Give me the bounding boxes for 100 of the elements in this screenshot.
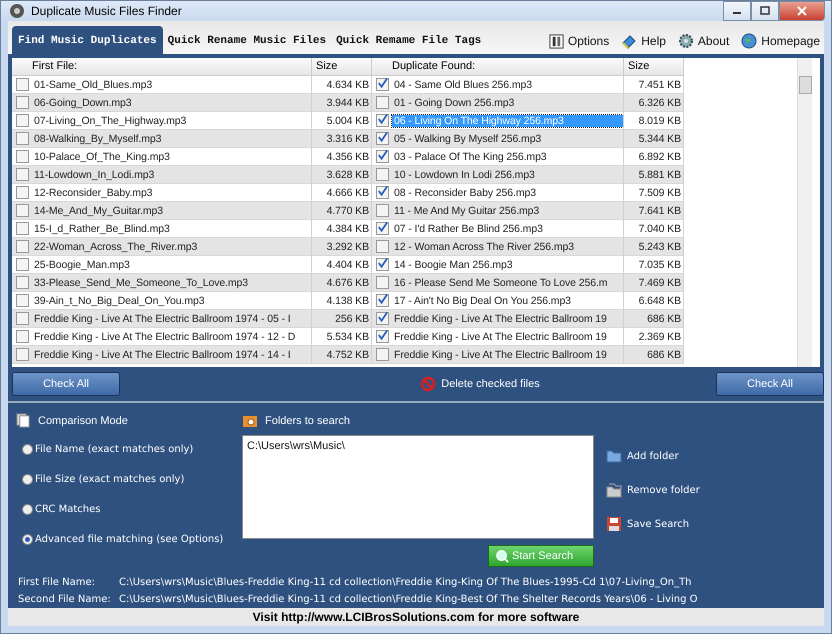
file-name-cell[interactable]: Freddie King - Live At The Electric Ballroom 19 [392,312,609,324]
checkbox[interactable] [16,150,29,163]
radio-option[interactable]: File Size (exact matches only) [16,464,242,494]
file-name-cell[interactable]: 07 - I'd Rather Be Blind 256.mp3 [392,222,545,234]
checkbox[interactable] [16,168,29,181]
delete-button[interactable]: Delete checked files [420,376,540,392]
menu-link[interactable]: Options [548,33,610,49]
checkbox[interactable] [376,168,389,181]
file-name-cell-text: 14-Me_And_My_Guitar.mp3 [33,204,164,216]
file-name-cell[interactable]: Freddie King - Live At The Electric Ballroom 19 [392,348,609,360]
file-name-cell[interactable]: 11 - Me And My Guitar 256.mp3 [392,204,542,216]
scrollbar[interactable] [797,58,812,367]
maximize-button[interactable] [751,1,779,21]
size-cell: 5.534 KB [312,328,372,345]
checkbox[interactable] [16,186,29,199]
menu-link[interactable]: Homepage [741,33,820,49]
checkbox[interactable] [16,276,29,289]
file-name-cell[interactable]: 01 - Going Down 256.mp3 [392,96,516,108]
tab[interactable]: Quick Rename Music Files [162,28,332,54]
size-cell: 7.641 KB [624,202,684,219]
checkbox[interactable] [376,312,389,325]
size-cell: 7.451 KB [624,76,684,93]
size-cell: 4.634 KB [312,76,372,93]
checkbox[interactable] [376,96,389,109]
file-name-cell[interactable]: 04 - Same Old Blues 256.mp3 [392,78,534,90]
file-name-cell-text: 12-Reconsider_Baby.mp3 [33,186,154,198]
folder-action-link[interactable]: Remove folder [606,473,700,507]
checkbox[interactable] [376,294,389,307]
checkbox[interactable] [16,294,29,307]
search-icon [495,548,510,564]
file-name-cell[interactable]: 10 - Lowdown In Lodi 256.mp3 [392,168,537,180]
file-path: C:\Users\wrs\Music\Blues-Freddie King-11 cd collection\Freddie King-King Of The Blues-1995-Cd 1\07-Living_On_Th [119,577,692,588]
column-header[interactable]: First File: [12,58,312,75]
size-cell: 2.369 KB [624,328,684,345]
checkbox[interactable] [16,348,29,361]
checkbox[interactable] [16,312,29,325]
radio-option[interactable]: CRC Matches [16,494,242,524]
folder-action-link[interactable]: Add folder [606,439,700,473]
checkbox[interactable] [376,78,389,91]
checkbox[interactable] [376,132,389,145]
checkbox[interactable] [376,114,389,127]
file-name-cell-text: 01-Same_Old_Blues.mp3 [33,78,154,90]
checkbox[interactable] [376,258,389,271]
column-header[interactable]: Size [312,58,372,75]
checkbox[interactable] [16,222,29,235]
checkbox[interactable] [376,330,389,343]
checkbox[interactable] [16,258,29,271]
file-path: C:\Users\wrs\Music\Blues-Freddie King-11 cd collection\Freddie King-Best Of The Shelter Records Years\06 - Living O [119,594,698,605]
checkbox[interactable] [16,330,29,343]
file-name-cell[interactable]: 08 - Reconsider Baby 256.mp3 [392,186,538,198]
checkbox[interactable] [376,276,389,289]
check-all-button[interactable]: Check All [716,372,824,396]
file-name-cell-text: 33-Please_Send_Me_Someone_To_Love.mp3 [33,276,250,288]
file-name-cell-text: 11-Lowdown_In_Lodi.mp3 [33,168,156,180]
checkbox[interactable] [16,132,29,145]
column-header[interactable]: Duplicate Found: [372,58,624,75]
menu-link[interactable]: Help [621,33,666,49]
radio-button[interactable] [22,474,33,484]
checkbox[interactable] [16,96,29,109]
window-title: Duplicate Music Files Finder [31,4,182,18]
folder-action-link[interactable]: Save Search [606,507,700,541]
file-name-cell[interactable]: Freddie King - Live At The Electric Ballroom 19 [392,330,609,342]
checkbox[interactable] [376,186,389,199]
menu-link[interactable]: About [678,33,730,49]
info-label: Second File Name: [18,594,112,605]
size-cell: 5.243 KB [624,238,684,255]
file-name-cell[interactable]: 17 - Ain't No Big Deal On You 256.mp3 [392,294,573,306]
tab[interactable]: Find Music Duplicates [12,26,163,54]
radio-option[interactable]: File Name (exact matches only) [16,434,242,464]
section-title: Comparison Mode [38,414,128,426]
checkbox[interactable] [16,78,29,91]
checkbox[interactable] [16,114,29,127]
file-name-cell[interactable]: 12 - Woman Across The River 256.mp3 [392,240,576,252]
radio-button[interactable] [22,444,33,454]
file-name-cell[interactable]: 05 - Walking By Myself 256.mp3 [392,132,544,144]
folder-path[interactable]: C:\Users\wrs\Music\ [247,440,589,452]
file-name-cell[interactable]: 16 - Please Send Me Someone To Love 256.m [392,276,610,288]
size-cell: 7.469 KB [624,274,684,291]
radio-option[interactable]: Advanced file matching (see Options) [16,524,242,554]
column-header[interactable]: Size [624,58,684,75]
size-cell: 7.040 KB [624,220,684,237]
minimize-button[interactable] [723,1,751,21]
checkbox[interactable] [16,204,29,217]
checkbox[interactable] [376,204,389,217]
radio-button[interactable] [22,534,33,544]
radio-button[interactable] [22,504,33,514]
file-name-cell-text: 07-Living_On_The_Highway.mp3 [33,114,188,126]
checkbox[interactable] [376,150,389,163]
check-all-button[interactable]: Check All [12,372,120,396]
file-name-cell-text: 22-Woman_Across_The_River.mp3 [33,240,198,252]
file-name-cell[interactable]: 03 - Palace Of The King 256.mp3 [392,150,549,162]
checkbox[interactable] [376,348,389,361]
close-icon [797,6,807,16]
folder-list[interactable]: C:\Users\wrs\Music\ [242,435,594,539]
file-name-cell[interactable]: 14 - Boogie Man 256.mp3 [392,258,515,270]
tab[interactable]: Quick Remame File Tags [331,28,486,54]
close-button[interactable] [779,1,825,21]
checkbox[interactable] [376,240,389,253]
checkbox[interactable] [16,240,29,253]
checkbox[interactable] [376,222,389,235]
